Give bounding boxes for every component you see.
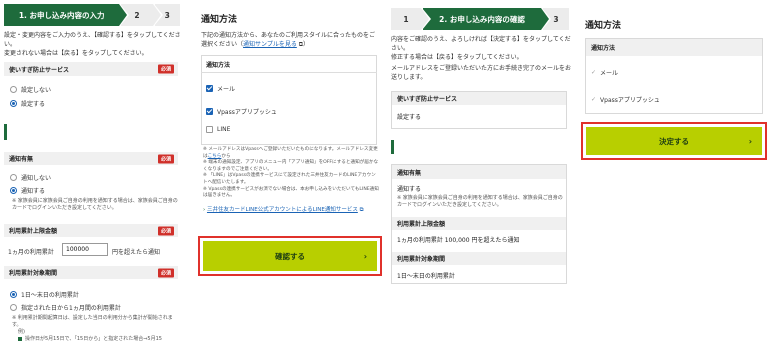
intro-text: 内容をご確認のうえ、よろしければ【決定する】をタップしてください。 修正する場合…	[391, 36, 572, 81]
divider	[201, 72, 377, 73]
limit-amount-input[interactable]: 100000	[62, 243, 108, 256]
check-mark-icon: ✓	[591, 69, 597, 76]
required-badge: 必須	[157, 226, 174, 235]
period-note: ※ 利用累計期間起算日は、設定した当日の利用分から集計が開始されます。 例) 操…	[12, 315, 173, 342]
checkbox-mail[interactable]: メール	[206, 84, 235, 93]
step-2-active: 2. お申し込み内容の確認	[423, 8, 551, 30]
radio-notify-on[interactable]: 通知する	[10, 186, 45, 195]
notify-value: 通知する	[397, 185, 422, 193]
period-section-header: 利用累計対象期間	[392, 252, 566, 265]
radio-overuse-off[interactable]: 設定しない	[10, 85, 51, 94]
section-accent-bar	[391, 140, 394, 154]
step-1-active: 1. お申し込み内容の入力	[4, 4, 130, 26]
radio-selected-icon	[10, 291, 17, 298]
line-service-link-row[interactable]: › 三井住友カードLINE公式アカウントによるLINE通知サービス ⧉	[203, 207, 379, 214]
section-accent-bar	[4, 124, 7, 140]
confirm-button[interactable]: 確認する ›	[203, 241, 377, 271]
radio-period-month[interactable]: 1日～末日の利用累計	[10, 290, 79, 299]
chevron-right-icon: ›	[748, 136, 752, 146]
intro-text: 設定・変更内容をご入力のうえ、【確認する】をタップしてください。 変更されない場…	[4, 32, 181, 57]
required-badge: 必須	[157, 154, 174, 163]
method-notes: ※ メールアドレスはVpassへご登録いただいたものになります。メールアドレス変…	[203, 147, 379, 199]
external-link-icon: ⧉	[357, 207, 364, 213]
limit-section-header: 利用累計上限金額 必須	[4, 224, 178, 237]
page-title: 通知方法	[585, 21, 622, 31]
change-email-link[interactable]: こちら	[208, 154, 222, 159]
page-title: 通知方法	[201, 15, 238, 25]
overuse-section-header: 使いすぎ防止サービス 必須	[4, 62, 178, 76]
overuse-section-header: 使いすぎ防止サービス	[392, 92, 566, 105]
limit-section-header: 利用累計上限金額	[392, 217, 566, 230]
checkbox-unchecked-icon	[206, 126, 213, 133]
radio-selected-icon	[10, 187, 17, 194]
method-box-title: 通知方法	[586, 39, 762, 56]
intro-text: 下記の通知方法から、あなたのご利用スタイルに合ったものをご選択ください（通知サン…	[201, 32, 376, 48]
overuse-value: 設定する	[397, 113, 422, 121]
step-indicator: 1. お申し込み内容の入力 2 3	[4, 4, 180, 26]
limit-suffix: 円を超えたら通知	[112, 249, 161, 256]
radio-notify-off[interactable]: 通知しない	[10, 173, 51, 182]
radio-period-custom[interactable]: 指定された日から1ヵ月間の利用累計	[10, 303, 121, 312]
radio-icon	[10, 86, 17, 93]
notify-note: ※ 家族会員に家族会員ご自身の利用を通知する場合は、家族会員ご自身のカードでログ…	[12, 198, 178, 211]
radio-icon	[10, 304, 17, 311]
radio-selected-icon	[10, 100, 17, 107]
step-1: 1	[391, 8, 431, 30]
checkbox-vpass-push[interactable]: Vpassアプリプッシュ	[206, 107, 277, 116]
sample-link[interactable]: 通知サンプルを見る	[243, 41, 297, 48]
radio-icon	[10, 174, 17, 181]
period-section-header: 利用累計対象期間 必須	[4, 266, 178, 279]
confirmed-option-vpass-push: ✓ Vpassアプリプッシュ	[591, 96, 660, 104]
method-box-title: 通知方法	[206, 62, 231, 69]
chevron-right-icon: ›	[363, 251, 367, 261]
required-badge: 必須	[157, 64, 174, 74]
decide-button[interactable]: 決定する ›	[586, 127, 762, 155]
checkbox-checked-icon	[206, 108, 213, 115]
checkbox-line[interactable]: LINE	[206, 126, 230, 133]
limit-value: 1ヵ月の利用累計 100,000 円を超えたら通知	[397, 236, 520, 244]
limit-prefix: 1ヵ月の利用累計	[8, 249, 54, 256]
step-indicator: 1 2. お申し込み内容の確認 3	[391, 8, 569, 30]
check-mark-icon: ✓	[591, 96, 597, 103]
period-value: 1日～末日の利用累計	[397, 272, 455, 280]
notify-section-header: 通知有無	[392, 165, 566, 179]
checkbox-checked-icon	[206, 85, 213, 92]
required-badge: 必須	[157, 268, 174, 277]
square-bullet-icon	[18, 336, 22, 341]
notify-section-header: 通知有無 必須	[4, 152, 178, 165]
radio-overuse-on[interactable]: 設定する	[10, 99, 45, 108]
confirmed-option-mail: ✓ メール	[591, 69, 619, 77]
notify-note: ※ 家族会員に家族会員ご自身の利用を通知する場合は、家族会員ご自身のカードでログ…	[397, 195, 563, 208]
